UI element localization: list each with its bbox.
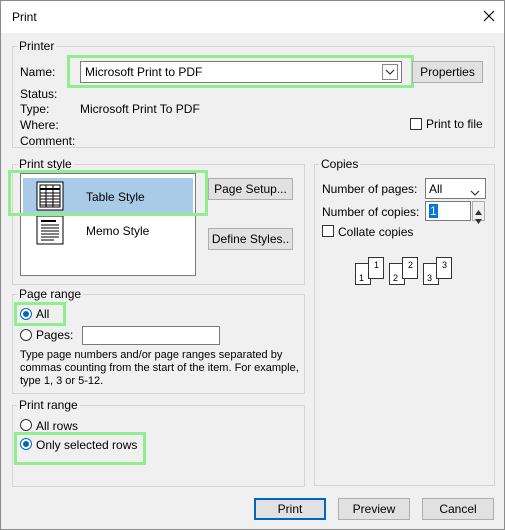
collate-copies-label[interactable]: Collate copies [338, 225, 413, 239]
chevron-down-icon [470, 185, 480, 199]
properties-button[interactable]: Properties [412, 61, 483, 83]
close-icon [483, 10, 495, 25]
type-value: Microsoft Print To PDF [80, 102, 200, 116]
collate-page: 2 [402, 257, 418, 279]
title-bar: Print [1, 1, 504, 33]
number-of-copies-value: 1 [429, 204, 438, 218]
copies-group-label: Copies [319, 157, 361, 171]
all-rows-label[interactable]: All rows [36, 419, 78, 433]
all-rows-radio[interactable] [20, 419, 32, 431]
printer-group-label: Printer [17, 39, 57, 53]
collate-page: 1 [368, 257, 384, 279]
close-button[interactable] [474, 1, 504, 33]
preview-button[interactable]: Preview [338, 498, 410, 520]
page-range-help-text: Type page numbers and/or page ranges sep… [20, 349, 299, 387]
print-to-file-label[interactable]: Print to file [426, 117, 483, 131]
where-label: Where: [20, 118, 59, 132]
spin-down-icon[interactable] [475, 213, 482, 227]
print-style-group-label: Print style [17, 157, 74, 171]
page-range-pages-radio[interactable] [20, 329, 32, 341]
type-label: Type: [20, 102, 50, 116]
page-range-group-label: Page range [17, 287, 84, 301]
only-selected-rows-highlight [14, 432, 146, 465]
comment-label: Comment: [20, 134, 76, 148]
memo-style-icon [36, 215, 64, 248]
print-range-group-label: Print range [17, 398, 80, 412]
printer-name-label: Name: [20, 65, 56, 79]
table-style-highlight [8, 170, 208, 216]
define-styles-button[interactable]: Define Styles.. [208, 228, 293, 250]
style-item-memo[interactable]: Memo Style [23, 214, 193, 246]
print-dialog: Print Printer Name: Microsoft Print to P… [0, 0, 505, 530]
cancel-button[interactable]: Cancel [422, 498, 494, 520]
number-of-copies-label: Number of copies: [322, 205, 420, 219]
page-setup-button[interactable]: Page Setup... [208, 178, 293, 200]
collate-copies-checkbox[interactable] [322, 225, 334, 237]
style-item-memo-label: Memo Style [86, 224, 150, 238]
page-range-all-highlight [14, 302, 66, 326]
print-button[interactable]: Print [254, 498, 326, 520]
number-of-copies-input[interactable]: 1 [425, 201, 471, 221]
page-range-pages-label[interactable]: Pages: [36, 328, 73, 342]
pages-input[interactable] [82, 326, 220, 345]
copies-spinner[interactable] [472, 201, 485, 224]
number-of-pages-select[interactable]: All [425, 178, 486, 199]
status-label: Status: [20, 87, 58, 101]
collate-illustration: 1 1 2 2 3 3 [355, 257, 455, 289]
collate-page: 3 [436, 257, 452, 279]
number-of-pages-label: Number of pages: [322, 182, 418, 196]
printer-name-highlight [67, 55, 414, 88]
print-to-file-checkbox[interactable] [410, 118, 422, 130]
number-of-pages-value: All [429, 181, 443, 196]
window-title: Print [12, 10, 37, 24]
